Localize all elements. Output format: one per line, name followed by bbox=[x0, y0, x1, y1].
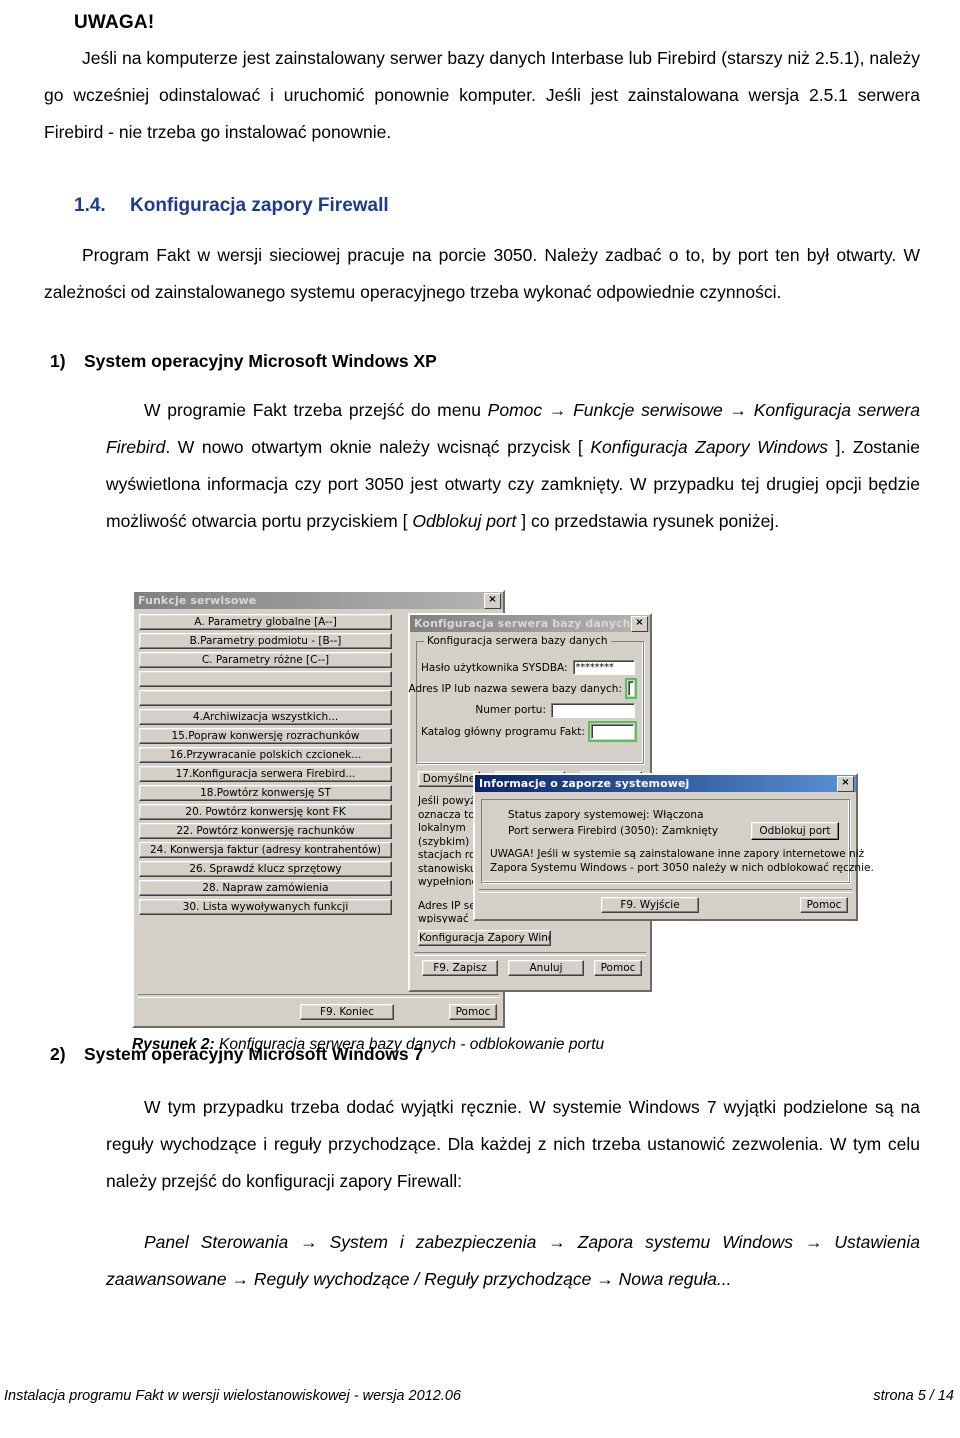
button-sprawdz-klucz[interactable]: 26. Sprawdź klucz sprzętowy bbox=[139, 861, 392, 877]
label-haslo-sysdba: Hasło użytkownika SYSDBA: bbox=[421, 661, 568, 674]
field-row-katalog: Katalog główny programu Fakt: bbox=[421, 720, 637, 743]
status-lines: Status zapory systemowej: Włączona Port … bbox=[508, 809, 718, 837]
p1-arrow-1: → bbox=[548, 400, 567, 420]
button-popraw-konwersje[interactable]: 15.Popraw konwersję rozrachunków bbox=[139, 728, 392, 744]
item1-paragraph: W programie Fakt trzeba przejść do menu … bbox=[106, 392, 920, 540]
p1-menu1: Pomoc bbox=[487, 400, 543, 420]
list-item-windows-xp: 1) System operacyjny Microsoft Windows X… bbox=[44, 351, 920, 372]
group-konfiguracja-serwera: Konfiguracja serwera bazy danych Hasło u… bbox=[409, 635, 644, 764]
item2-body: W tym przypadku trzeba dodać wyjątki ręc… bbox=[106, 1089, 920, 1298]
titlebar-title-funkcje: Funkcje serwisowe bbox=[138, 594, 257, 607]
highlight-box-adres-ip bbox=[625, 678, 637, 699]
item1-title: System operacyjny Microsoft Windows XP bbox=[84, 351, 437, 371]
button-domyslne[interactable]: Domyślne bbox=[418, 771, 480, 787]
button-pomoc-konfig[interactable]: Pomoc bbox=[594, 960, 642, 976]
p1-d: ] co przedstawia rysunek poniżej. bbox=[516, 511, 780, 531]
warning-line-2: Zapora Systemu Windows - port 3050 należ… bbox=[490, 862, 874, 874]
info-separator bbox=[479, 889, 852, 893]
titlebar-informacje-o-zaporze: Informacje o zaporze systemowej × bbox=[475, 775, 856, 792]
figure-caption-text: Konfiguracja serwera bazy danych - odblo… bbox=[214, 1036, 605, 1053]
figure-caption: Rysunek 2: Konfiguracja serwera bazy dan… bbox=[132, 1036, 832, 1054]
warning-paragraph: Jeśli na komputerze jest zainstalowany s… bbox=[44, 48, 920, 142]
button-powtorz-kont-fk[interactable]: 20. Powtórz konwersję kont FK bbox=[139, 804, 392, 820]
button-f9-zapisz[interactable]: F9. Zapisz bbox=[422, 960, 498, 976]
button-odblokuj-port[interactable]: Odblokuj port bbox=[751, 822, 839, 840]
label-adres-ip: Adres IP lub nazwa sewera bazy danych: bbox=[408, 682, 622, 695]
button-lista-funkcji[interactable]: 30. Lista wywoływanych funkcji bbox=[139, 899, 392, 915]
button-pomoc-info[interactable]: Pomoc bbox=[800, 897, 848, 913]
footer-right: strona 5 / 14 bbox=[873, 1388, 954, 1404]
item1-body: W programie Fakt trzeba przejść do menu … bbox=[106, 392, 920, 540]
group-legend: Konfiguracja serwera bazy danych bbox=[424, 635, 611, 647]
close-icon[interactable]: × bbox=[837, 775, 854, 792]
konfig-separator bbox=[414, 952, 646, 956]
button-parametry-podmiotu[interactable]: B.Parametry podmiotu - [B--] bbox=[139, 633, 392, 649]
titlebar-konfiguracja-serwera: Konfiguracja serwera bazy danych × bbox=[410, 615, 650, 632]
button-parametry-rozne[interactable]: C. Parametry różne [C--] bbox=[139, 652, 392, 668]
input-haslo-sysdba[interactable]: ******** bbox=[572, 660, 635, 675]
close-icon[interactable]: × bbox=[631, 615, 648, 632]
p1-btn1: Konfiguracja Zapory Windows bbox=[590, 437, 829, 457]
section-title: Konfiguracja zapory Firewall bbox=[130, 195, 389, 216]
figure-screenshot: Funkcje serwisowe × A. Parametry globaln… bbox=[132, 590, 874, 1028]
button-konfiguracja-firebird[interactable]: 17.Konfiguracja serwera Firebird... bbox=[139, 766, 392, 782]
group-informacje-panel: Status zapory systemowej: Włączona Port … bbox=[481, 799, 874, 883]
intro-paragraph: Program Fakt w wersji sieciowej pracuje … bbox=[44, 245, 920, 302]
warning-heading: UWAGA! bbox=[74, 12, 155, 33]
field-row-numer-portu: Numer portu: bbox=[421, 700, 637, 720]
button-parametry-globalne[interactable]: A. Parametry globalne [A--] bbox=[139, 614, 392, 630]
close-icon[interactable]: × bbox=[484, 592, 501, 609]
titlebar-title-informacje: Informacje o zaporze systemowej bbox=[479, 777, 690, 790]
titlebar-title-konfiguracja: Konfiguracja serwera bazy danych bbox=[414, 617, 631, 630]
p1-a: W programie Fakt trzeba przejść do menu bbox=[144, 400, 488, 420]
window-informacje-o-zaporze: Informacje o zaporze systemowej × Status… bbox=[473, 773, 874, 921]
button-blank-1[interactable] bbox=[139, 671, 392, 687]
konfig-footer-buttons: F9. Zapisz Anuluj Pomoc bbox=[418, 960, 642, 976]
info-warning-text: UWAGA! Jeśli w systemie są zainstalowane… bbox=[490, 848, 874, 874]
p1-arrow-2: → bbox=[729, 400, 747, 420]
section-number: 1.4. bbox=[74, 195, 106, 216]
section-heading: 1.4. Konfiguracja zapory Firewall bbox=[44, 195, 920, 217]
label-katalog-glowny: Katalog główny programu Fakt: bbox=[421, 725, 585, 738]
p1-b: . W nowo otwartym oknie należy wcisnąć p… bbox=[165, 437, 591, 457]
footer-left: Instalacja programu Fakt w wersji wielos… bbox=[4, 1388, 461, 1404]
button-pomoc-funkcje[interactable]: Pomoc bbox=[449, 1004, 497, 1020]
input-katalog-glowny[interactable] bbox=[590, 724, 634, 739]
input-numer-portu[interactable] bbox=[551, 702, 635, 718]
item2-paragraph: W tym przypadku trzeba dodać wyjątki ręc… bbox=[106, 1097, 920, 1191]
button-konfiguracja-zapory-windows[interactable]: Konfiguracja Zapory Windows bbox=[418, 930, 551, 946]
funkcje-separator bbox=[138, 994, 499, 998]
button-anuluj[interactable]: Anuluj bbox=[508, 960, 584, 976]
button-archiwizacja[interactable]: 4.Archiwizacja wszystkich... bbox=[139, 709, 392, 725]
button-f9-wyjscie[interactable]: F9. Wyjście bbox=[601, 897, 699, 913]
item2-path: Panel Sterowania → System i zabezpieczen… bbox=[106, 1232, 920, 1289]
page-footer: Instalacja programu Fakt w wersji wielos… bbox=[0, 1388, 960, 1404]
button-powtorz-rachunkow[interactable]: 22. Powtórz konwersję rachunków bbox=[139, 823, 392, 839]
document-page: UWAGA! Jeśli na komputerze jest zainstal… bbox=[0, 0, 960, 1438]
figure-caption-label: Rysunek 2: bbox=[132, 1036, 215, 1053]
button-f9-koniec[interactable]: F9. Koniec bbox=[300, 1004, 394, 1020]
warning-line-1: UWAGA! Jeśli w systemie są zainstalowane… bbox=[490, 848, 865, 860]
button-blank-2[interactable] bbox=[139, 690, 392, 706]
label-numer-portu: Numer portu: bbox=[475, 704, 546, 716]
p1-btn2: Odblokuj port bbox=[412, 511, 517, 531]
input-adres-ip[interactable] bbox=[628, 681, 634, 696]
item1-number: 1) bbox=[50, 351, 66, 371]
field-row-adres-ip: Adres IP lub nazwa sewera bazy danych: bbox=[409, 677, 637, 700]
item2-number: 2) bbox=[50, 1044, 66, 1064]
button-konwersja-faktur[interactable]: 24. Konwersja faktur (adresy kontrahentó… bbox=[139, 842, 392, 858]
titlebar-funkcje-serwisowe: Funkcje serwisowe × bbox=[134, 592, 503, 609]
button-napraw-zamowienia[interactable]: 28. Napraw zamówienia bbox=[139, 880, 392, 896]
p1-menu2: Funkcje serwisowe bbox=[573, 400, 723, 420]
button-przywracanie-czcionek[interactable]: 16.Przywracanie polskich czcionek... bbox=[139, 747, 392, 763]
status-zapory: Status zapory systemowej: Włączona bbox=[508, 809, 704, 821]
button-powtorz-st[interactable]: 18.Powtórz konwersję ST bbox=[139, 785, 392, 801]
status-port-firebird: Port serwera Firebird (3050): Zamknięty bbox=[508, 825, 719, 837]
field-row-haslo: Hasło użytkownika SYSDBA: ******** bbox=[421, 658, 637, 677]
highlight-box-katalog bbox=[587, 721, 637, 742]
